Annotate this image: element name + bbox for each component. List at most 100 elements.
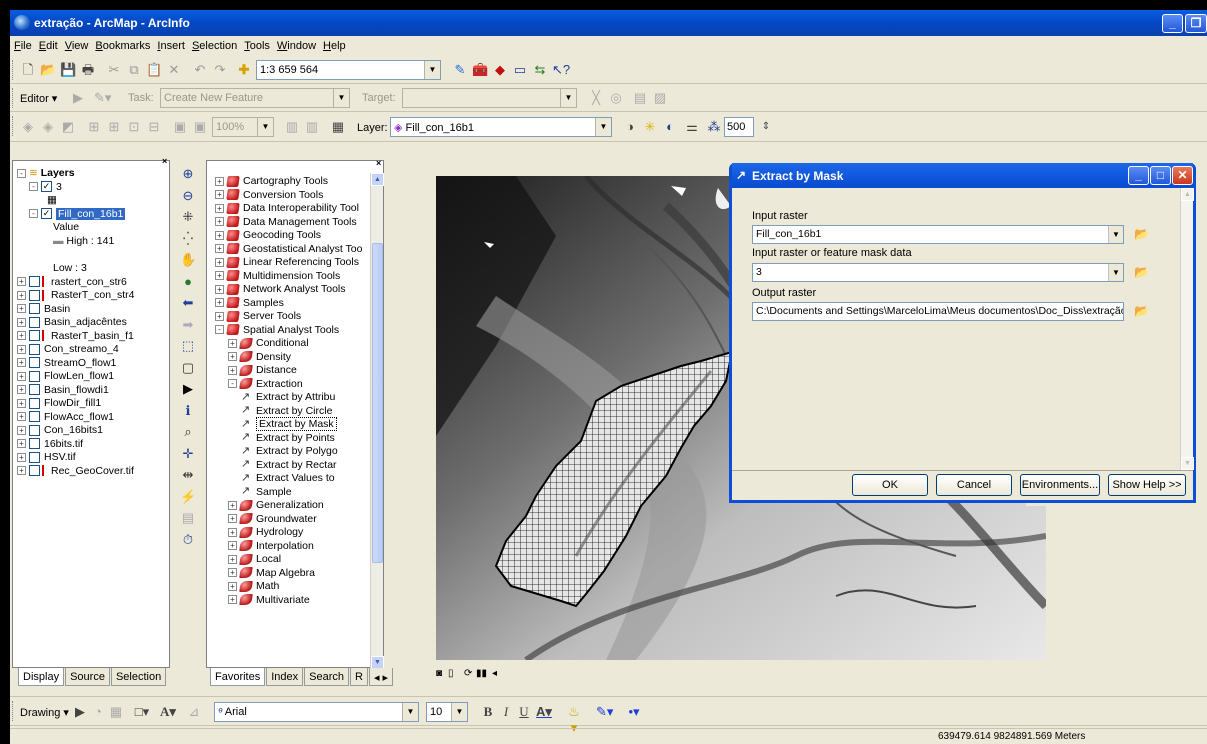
toc-tab-source[interactable]: Source — [65, 668, 110, 686]
toolbox-item[interactable]: ↗ Sample — [215, 486, 370, 500]
toolbox-item[interactable]: ↗ Extract by Attribu — [215, 391, 370, 405]
command-line-icon[interactable]: ▭ — [512, 62, 528, 78]
collapse-icon[interactable]: - — [228, 379, 237, 389]
expand-icon[interactable]: + — [228, 352, 237, 362]
toolbox-item[interactable]: + Interpolation — [215, 540, 370, 554]
toc-layer-item[interactable]: + Con_16bits1 — [17, 424, 169, 438]
expand-icon[interactable]: + — [228, 554, 237, 564]
select-features-icon[interactable]: ⬚ — [180, 338, 196, 354]
scroll-left-icon[interactable]: ◂ — [492, 668, 497, 679]
new-document-icon[interactable]: 🗋 — [20, 62, 36, 78]
layer-checkbox[interactable] — [29, 343, 40, 355]
expand-icon[interactable]: + — [17, 385, 26, 395]
contrast-icon[interactable]: ◑ — [622, 119, 638, 135]
collapse-icon[interactable]: - — [17, 168, 26, 178]
toolbox-tab-index[interactable]: Index — [266, 668, 304, 686]
time-slider-icon[interactable]: ⏱ — [180, 532, 196, 548]
toolbox-item[interactable]: + Conditional — [215, 337, 370, 351]
collapse-icon[interactable]: - — [29, 182, 38, 192]
edit-vertices-icon[interactable]: ⊿ — [186, 704, 202, 720]
toc-layer-item[interactable]: ▬ High : 141 — [17, 235, 169, 249]
toolbox-item[interactable]: + Map Algebra — [215, 567, 370, 581]
data-view-icon[interactable]: ◙ — [436, 668, 442, 679]
bold-icon[interactable]: B — [480, 704, 496, 720]
layer-checkbox[interactable] — [29, 411, 40, 423]
toc-layer-item[interactable]: + FlowDir_fill1 — [17, 397, 169, 411]
toolbox-item[interactable]: + Groundwater — [215, 513, 370, 527]
drawing-menu[interactable]: Drawing ▾ — [20, 706, 69, 719]
dialog-close-button[interactable]: ✕ — [1172, 166, 1193, 185]
font-color-icon[interactable]: A▾ — [536, 704, 552, 720]
grid-icon-3[interactable]: ⊡ — [126, 119, 142, 135]
toc-root-layers[interactable]: - ≋ Layers — [17, 167, 169, 181]
toc-layer-item[interactable]: + FlowAcc_flow1 — [17, 411, 169, 425]
editor-toolbar-icon[interactable]: ✎ — [452, 62, 468, 78]
mask-combo[interactable]: 3 ▼ — [752, 263, 1124, 282]
model-builder-icon[interactable]: ⇆ — [532, 62, 548, 78]
edit-tool-icon[interactable]: ▶ — [70, 90, 86, 106]
expand-icon[interactable]: + — [17, 358, 26, 368]
toolbox-item[interactable]: + Geocoding Tools — [215, 229, 370, 243]
save-icon[interactable]: 💾 — [60, 62, 76, 78]
toc-tab-selection[interactable]: Selection — [110, 668, 167, 686]
zoom-whole-page-icon[interactable]: ▦ — [108, 704, 124, 720]
toolbox-item[interactable]: + Density — [215, 351, 370, 365]
toolbox-item[interactable]: + Math — [215, 580, 370, 594]
chevron-down-icon[interactable]: ▼ — [333, 89, 349, 107]
toolbox-item[interactable]: - Spatial Analyst Tools — [215, 324, 370, 338]
sketch-tool-icon[interactable]: ✎▾ — [94, 90, 111, 106]
measure-icon[interactable]: ⇹ — [180, 467, 196, 483]
environments-button[interactable]: Environments... — [1020, 474, 1100, 496]
menu-item[interactable]: File — [14, 40, 32, 52]
zoom-in-icon[interactable]: ⊕ — [180, 166, 196, 182]
toolbox-item[interactable]: ↗ Extract by Points — [215, 432, 370, 446]
expand-icon[interactable]: + — [215, 217, 224, 227]
toolbox-item[interactable]: ↗ Extract by Circle — [215, 405, 370, 419]
layer-checkbox[interactable] — [29, 370, 40, 382]
expand-icon[interactable]: + — [17, 398, 26, 408]
expand-icon[interactable]: + — [215, 271, 224, 281]
grid-icon[interactable]: ⊞ — [86, 119, 102, 135]
rectangle-icon[interactable]: □▾ — [134, 704, 150, 720]
toolbox-item[interactable]: + Linear Referencing Tools — [215, 256, 370, 270]
toc-layer-item[interactable]: Value — [17, 221, 169, 235]
output-raster-field[interactable]: C:\Documents and Settings\MarceloLima\Me… — [752, 302, 1124, 321]
toc-layer-item[interactable]: + RasterT_con_str4 — [17, 289, 169, 303]
browse-folder-icon[interactable]: 📂 — [1132, 302, 1151, 321]
font-combo[interactable]: ᶱ Arial ▼ — [214, 702, 419, 722]
clear-selection-icon[interactable]: ▢ — [180, 360, 196, 376]
scroll-thumb[interactable] — [372, 243, 383, 563]
expand-icon[interactable]: + — [17, 331, 26, 341]
go-to-xy-icon[interactable]: ✛ — [180, 446, 196, 462]
menu-item[interactable]: Bookmarks — [95, 40, 150, 52]
expand-icon[interactable]: + — [215, 230, 224, 240]
expand-icon[interactable]: + — [17, 290, 26, 300]
toc-close-icon[interactable]: × — [162, 156, 167, 166]
ok-button[interactable]: OK — [852, 474, 928, 496]
georef-icon[interactable]: ◈ — [20, 119, 36, 135]
target-combo[interactable]: ▼ — [402, 88, 577, 108]
grid-icon-2[interactable]: ⊞ — [106, 119, 122, 135]
layer-checkbox[interactable]: ✓ — [41, 208, 52, 220]
expand-icon[interactable]: + — [17, 452, 26, 462]
attributes-icon[interactable]: ▤ — [632, 90, 648, 106]
whats-this-icon[interactable]: ↖? — [552, 62, 570, 78]
dialog-minimize-button[interactable]: _ — [1128, 166, 1149, 185]
layer-checkbox[interactable] — [29, 316, 40, 328]
copy-icon[interactable]: ⧉ — [126, 62, 142, 78]
undo-icon[interactable]: ↶ — [192, 62, 208, 78]
brightness-icon[interactable]: ✳ — [642, 119, 658, 135]
toolbox-close-icon[interactable]: × — [376, 158, 381, 168]
toc-layer-item[interactable]: - ✓ 3 — [17, 181, 169, 195]
toolbox-item[interactable]: + Conversion Tools — [215, 189, 370, 203]
toolbox-item[interactable]: + Local — [215, 553, 370, 567]
layer-checkbox[interactable] — [29, 384, 40, 396]
toc-layer-item[interactable]: + Basin — [17, 303, 169, 317]
fixed-zoom-out-icon[interactable]: ⁛ — [180, 231, 196, 247]
layer-checkbox[interactable] — [29, 451, 40, 463]
toolbox-item[interactable]: + Generalization — [215, 499, 370, 513]
scroll-down-icon[interactable]: ▼ — [1181, 457, 1194, 470]
arctoolbox-icon[interactable]: 🧰 — [472, 62, 488, 78]
layer-checkbox[interactable] — [29, 357, 40, 369]
rotate-tool-icon[interactable]: ◎ — [608, 90, 624, 106]
